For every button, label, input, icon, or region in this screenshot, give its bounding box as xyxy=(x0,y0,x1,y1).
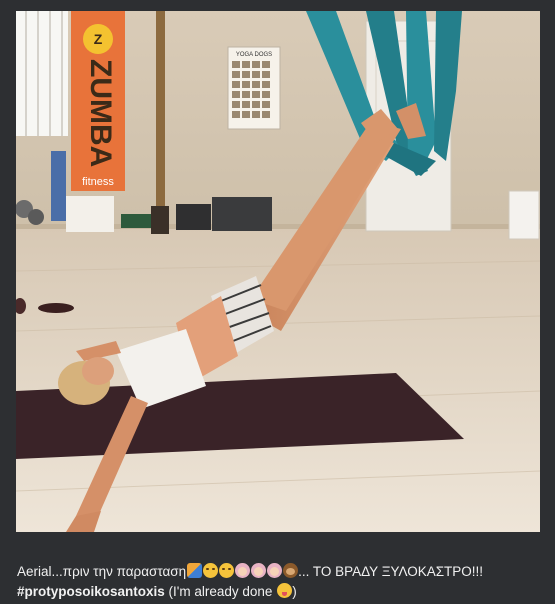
caption-line-1: Aerial...πριν την παρασταση ... ΤΟ ΒΡΑΔΥ … xyxy=(17,562,542,582)
yoga-poster-title: YOGA DOGS xyxy=(236,52,272,58)
yoga-blocks xyxy=(51,151,66,221)
window xyxy=(16,11,68,136)
svg-text:Z: Z xyxy=(94,31,103,47)
face xyxy=(82,357,114,385)
girl-face-icon xyxy=(266,563,282,578)
monkey-face-icon xyxy=(282,563,298,578)
caption-text-1: Aerial...πριν την παρασταση xyxy=(17,564,187,579)
zumba-poster-text: ZUMBA xyxy=(84,59,117,167)
post-photo[interactable]: Z ZUMBA fitness YOGA DOGS xyxy=(16,11,540,532)
post-card: Z ZUMBA fitness YOGA DOGS Aerial...πριν … xyxy=(0,0,555,604)
trx-strap xyxy=(156,11,165,226)
girl-face-icon xyxy=(250,563,266,578)
girl-face-icon xyxy=(234,563,250,578)
caption-text-2: ... ΤΟ ΒΡΑΔΥ ΞΥΛΟΚΑΣΤΡΟ!!! xyxy=(298,564,484,579)
post-caption: Aerial...πριν την παρασταση ... ΤΟ ΒΡΑΔΥ … xyxy=(17,562,542,602)
smirk-icon xyxy=(202,563,218,578)
speaker xyxy=(212,197,272,231)
zumba-poster-subtext: fitness xyxy=(82,176,114,188)
caption-line-2: #protyposoikosantoxis (I'm already done … xyxy=(17,582,542,602)
aerial-yoga-photo: Z ZUMBA fitness YOGA DOGS xyxy=(16,11,540,532)
masks-icon xyxy=(186,563,202,578)
yum-face-icon xyxy=(276,583,292,598)
storage-box xyxy=(66,196,114,232)
flip-flop xyxy=(38,303,74,313)
caption-text-4: ) xyxy=(292,584,297,599)
caption-text-3: (I'm already done xyxy=(164,584,277,599)
smirk-icon xyxy=(218,563,234,578)
hashtag-link[interactable]: #protyposoikosantoxis xyxy=(17,584,165,599)
trash-bin xyxy=(508,190,540,240)
